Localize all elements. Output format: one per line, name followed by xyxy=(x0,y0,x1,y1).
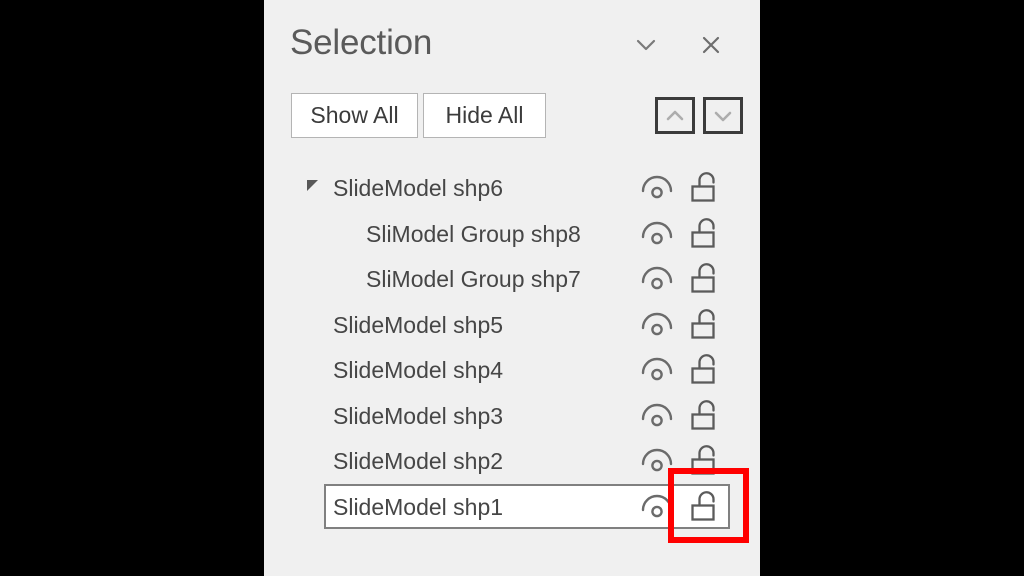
shape-list-item[interactable]: SliModel Group shp8 xyxy=(264,211,760,256)
hide-all-button[interactable]: Hide All xyxy=(423,93,546,138)
show-all-button[interactable]: Show All xyxy=(291,93,418,138)
eye-visible-icon[interactable] xyxy=(639,263,675,293)
shape-list-item[interactable]: SlideModel shp2 xyxy=(264,438,760,483)
expand-collapse-toggle[interactable] xyxy=(305,178,321,194)
eye-visible-icon[interactable] xyxy=(639,354,675,384)
shape-list-item[interactable]: SlideModel shp4 xyxy=(264,347,760,392)
lock-open-icon[interactable] xyxy=(689,169,723,205)
shape-name-label: SliModel Group shp8 xyxy=(366,220,581,247)
shape-name-label: SliModel Group shp7 xyxy=(366,266,581,292)
page-title: Selection xyxy=(290,23,433,62)
collapse-pane-button[interactable] xyxy=(627,26,665,64)
lock-open-icon[interactable] xyxy=(689,215,723,251)
lock-open-icon[interactable] xyxy=(689,306,723,342)
shape-list-item[interactable]: SlideModel shp1 xyxy=(264,483,760,529)
shape-name-label: SlideModel shp4 xyxy=(333,357,504,383)
chevron-down-icon xyxy=(627,26,665,64)
shape-list-item[interactable]: SlideModel shp6 xyxy=(264,165,760,210)
close-icon xyxy=(692,26,730,64)
shape-list-item[interactable]: SliModel Group shp7 xyxy=(264,256,760,301)
lock-open-icon[interactable] xyxy=(689,351,723,387)
eye-visible-icon[interactable] xyxy=(639,445,675,475)
lock-open-icon[interactable] xyxy=(689,488,723,524)
shape-list-item[interactable]: SlideModel shp3 xyxy=(264,393,760,438)
chevron-up-icon xyxy=(658,102,692,130)
close-pane-button[interactable] xyxy=(692,26,730,64)
pane-header: Selection xyxy=(264,0,760,88)
lock-open-icon[interactable] xyxy=(689,260,723,296)
eye-visible-icon[interactable] xyxy=(639,491,675,521)
lock-open-icon[interactable] xyxy=(689,397,723,433)
move-up-button[interactable] xyxy=(655,97,695,134)
lock-open-icon[interactable] xyxy=(689,442,723,478)
shape-name-label: SlideModel shp3 xyxy=(333,402,504,429)
chevron-down-icon xyxy=(706,102,740,130)
shape-name-label: SlideModel shp1 xyxy=(333,493,504,520)
shape-name-label: SlideModel shp2 xyxy=(333,448,504,474)
eye-visible-icon[interactable] xyxy=(639,172,675,202)
shape-name-label: SlideModel shp6 xyxy=(333,175,504,201)
shape-list-item[interactable]: SlideModel shp5 xyxy=(264,302,760,347)
eye-visible-icon[interactable] xyxy=(639,218,675,248)
shape-name-label: SlideModel shp5 xyxy=(333,311,504,338)
selection-pane: Selection Show All Hide All SlideModel s… xyxy=(264,0,760,576)
move-down-button[interactable] xyxy=(703,97,743,134)
screenshot-stage: Selection Show All Hide All SlideModel s… xyxy=(0,0,1024,576)
eye-visible-icon[interactable] xyxy=(639,309,675,339)
eye-visible-icon[interactable] xyxy=(639,400,675,430)
